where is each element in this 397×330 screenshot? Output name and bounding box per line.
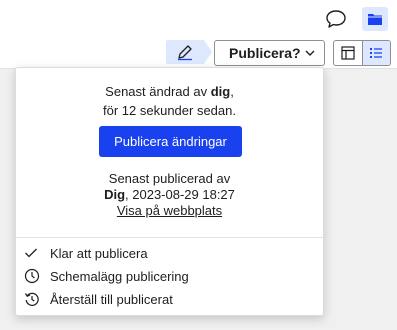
menu-item-schedule-publish[interactable]: Schemalägg publicering — [24, 266, 189, 286]
editor-toolbar: Publicera? — [0, 36, 397, 69]
folder-icon — [368, 14, 382, 25]
history-icon — [24, 292, 39, 306]
changed-by: dig — [210, 84, 231, 99]
edit-mode-button[interactable] — [166, 40, 204, 64]
menu-item-ready-to-publish[interactable]: Klar att publicera — [24, 243, 148, 263]
published-label: Senast publicerad av — [108, 171, 231, 186]
menu-item-label: Schemalägg publicering — [50, 268, 189, 284]
changed-time: för 12 sekunder sedan. — [103, 103, 236, 118]
published-by: Dig — [104, 187, 126, 202]
view-toggle-group — [333, 40, 391, 66]
layout-view-button[interactable] — [334, 41, 362, 65]
list-view-button[interactable] — [361, 41, 390, 65]
edit-mode-arrow — [204, 40, 212, 64]
pencil-icon — [178, 45, 192, 61]
view-on-site-link[interactable]: Visa på webbplats — [117, 203, 222, 218]
publish-dropdown-toggle[interactable]: Publicera? — [214, 40, 325, 66]
menu-item-label: Återställ till publicerat — [50, 291, 173, 307]
comment-button[interactable] — [324, 7, 348, 31]
changed-suffix: , — [230, 84, 234, 99]
popover-divider — [16, 237, 323, 238]
list-icon — [370, 48, 383, 58]
speech-bubble-icon — [326, 10, 346, 28]
folder-button[interactable] — [362, 7, 388, 31]
clock-icon — [24, 268, 40, 284]
chevron-down-icon — [305, 50, 315, 56]
layout-icon — [341, 46, 355, 60]
top-bar — [0, 0, 397, 36]
menu-item-label: Klar att publicera — [50, 245, 148, 261]
check-icon — [25, 248, 37, 258]
publish-changes-button[interactable]: Publicera ändringar — [99, 126, 242, 157]
published-date: , 2023-08-29 18:27 — [125, 187, 235, 202]
menu-item-revert-to-published[interactable]: Återställ till publicerat — [24, 289, 173, 309]
publish-toggle-label: Publicera? — [229, 45, 301, 61]
changed-prefix: Senast ändrad av — [105, 84, 211, 99]
publish-popover: Senast ändrad av dig, för 12 sekunder se… — [15, 67, 324, 316]
last-published-info: Senast publicerad av Dig, 2023-08-29 18:… — [16, 171, 323, 219]
last-changed-info: Senast ändrad av dig, för 12 sekunder se… — [16, 82, 323, 120]
